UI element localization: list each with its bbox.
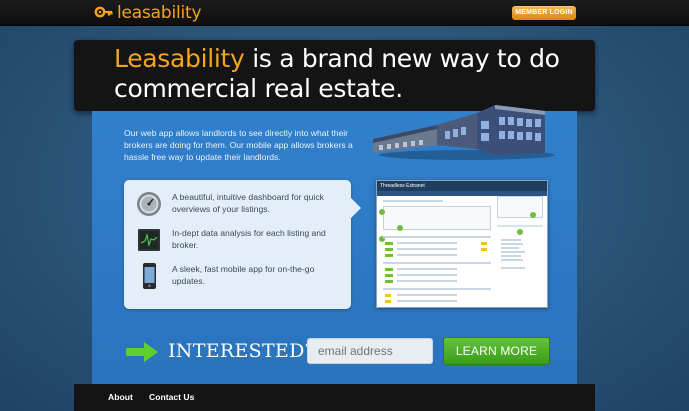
- dashboard-line: [397, 300, 457, 302]
- footer: About Contact Us: [74, 384, 595, 411]
- footer-about-link[interactable]: About: [108, 392, 133, 402]
- footer-contact-link[interactable]: Contact Us: [149, 392, 194, 402]
- smartphone-icon: [143, 263, 156, 289]
- status-tag: [385, 300, 391, 303]
- dashboard-logo-box: [497, 196, 543, 218]
- interested-label: INTERESTED?: [168, 340, 316, 362]
- status-tag: [385, 280, 393, 283]
- status-tag: [385, 254, 393, 257]
- marker-icon: [530, 212, 536, 218]
- dashboard-line: [497, 225, 543, 227]
- dashboard-line: [397, 294, 457, 296]
- dashboard-line: [501, 255, 521, 257]
- feature-text: A sleek, fast mobile app for on-the-go u…: [172, 264, 315, 286]
- dashboard-line: [397, 242, 457, 244]
- dashboard-line: [383, 262, 491, 264]
- logo[interactable]: leasability: [94, 3, 202, 23]
- dashboard-line: [383, 200, 443, 202]
- marker-icon: [397, 225, 403, 231]
- top-bar: leasability MEMBER LOGIN: [0, 0, 689, 26]
- dashboard-line: [501, 267, 525, 269]
- dashboard-line: [397, 280, 457, 282]
- arrow-right-icon: [126, 342, 158, 362]
- status-tag: [481, 248, 487, 251]
- hero-brand: Leasability: [114, 44, 245, 73]
- logo-text: leasability: [117, 3, 202, 23]
- dashboard-line: [501, 239, 521, 241]
- dashboard-line: [397, 254, 457, 256]
- gauge-icon: [137, 192, 161, 216]
- status-tag: [385, 294, 391, 297]
- dashboard-line: [397, 248, 457, 250]
- feature-text: A beautiful, intuitive dashboard for qui…: [172, 192, 324, 214]
- dashboard-line: [383, 288, 491, 290]
- dashboard-title: Threadless Extranet: [377, 181, 547, 191]
- dashboard-line: [501, 247, 519, 249]
- intro-text: Our web app allows landlords to see dire…: [124, 128, 353, 162]
- status-tag: [385, 274, 393, 277]
- feature-item: A beautiful, intuitive dashboard for qui…: [136, 191, 337, 217]
- dashboard-line: [501, 243, 523, 245]
- dashboard-line: [501, 251, 525, 253]
- feature-item: In-dept data analysis for each listing a…: [136, 227, 337, 253]
- dashboard-line: [501, 259, 523, 261]
- member-login-button[interactable]: MEMBER LOGIN: [512, 6, 576, 20]
- learn-more-button[interactable]: LEARN MORE: [443, 337, 550, 365]
- building-image: [373, 105, 555, 160]
- feature-item: A sleek, fast mobile app for on-the-go u…: [136, 263, 337, 289]
- dashboard-line: [397, 274, 457, 276]
- features-box: A beautiful, intuitive dashboard for qui…: [124, 180, 361, 309]
- dashboard-line: [397, 268, 457, 270]
- marker-icon: [517, 229, 523, 235]
- key-icon: [94, 6, 113, 18]
- status-tag: [385, 248, 393, 251]
- feature-text: In-dept data analysis for each listing a…: [172, 228, 326, 250]
- dashboard-screenshot: Threadless Extranet: [376, 180, 548, 308]
- status-tag: [385, 242, 393, 245]
- email-input[interactable]: [307, 338, 433, 364]
- dashboard-line: [383, 236, 491, 238]
- marker-icon: [379, 209, 385, 215]
- status-tag: [481, 242, 487, 245]
- status-tag: [385, 268, 393, 271]
- chart-monitor-icon: [138, 229, 160, 251]
